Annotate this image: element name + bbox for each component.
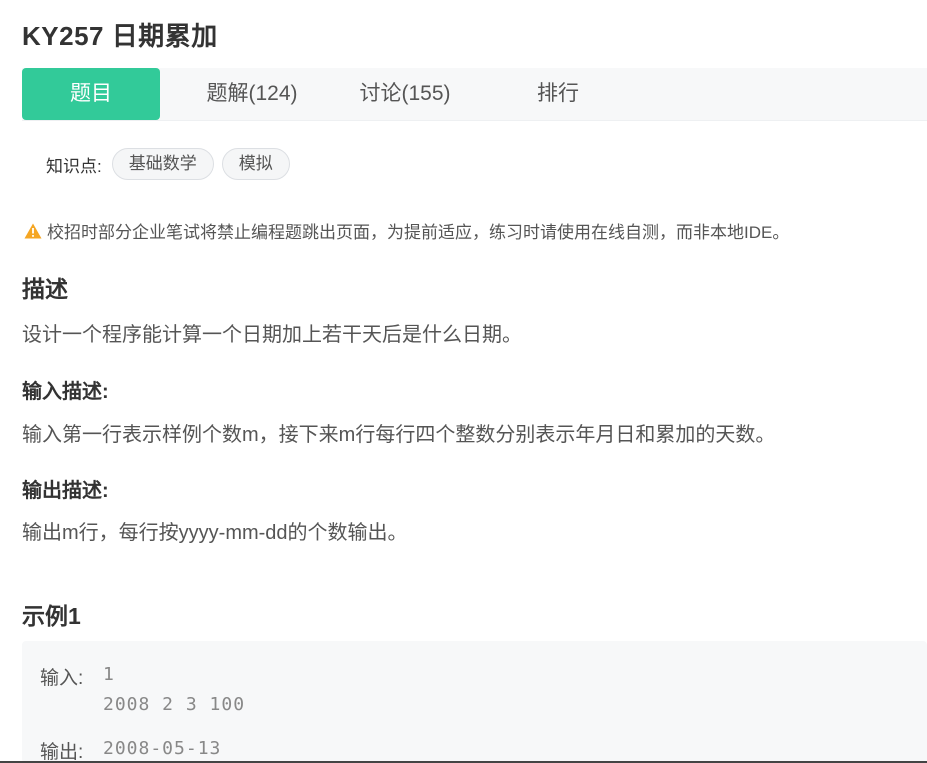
example-heading: 示例1 — [22, 603, 81, 629]
knowledge-points: 知识点: 基础数学 模拟 — [46, 148, 298, 180]
input-description-text: 输入第一行表示样例个数m，接下来m行每行四个整数分别表示年月日和累加的天数。 — [22, 424, 776, 446]
tab-solutions[interactable]: 题解(124) — [190, 68, 314, 120]
warning-icon — [24, 223, 42, 238]
example-input-line: 2008 2 3 100 — [103, 694, 246, 715]
tag-simulation[interactable]: 模拟 — [221, 148, 290, 180]
page-title: KY257 日期累加 — [22, 21, 218, 51]
tab-ranking[interactable]: 排行 — [512, 68, 604, 120]
example-box: 输入: 1 2008 2 3 100 输出: 2008-05-13 — [22, 641, 927, 763]
tab-problem[interactable]: 题目 — [22, 68, 160, 120]
output-description-heading: 输出描述: — [22, 480, 109, 502]
notice-text: 校招时部分企业笔试将禁止编程题跳出页面，为提前适应，练习时请使用在线自测，而非本… — [47, 223, 790, 242]
tag-basic-math[interactable]: 基础数学 — [111, 148, 214, 180]
example-input-label: 输入: — [40, 668, 84, 689]
input-description-heading: 输入描述: — [22, 381, 109, 403]
example-input-line: 1 — [103, 664, 115, 685]
description-heading: 描述 — [22, 276, 68, 302]
output-description-text: 输出m行，每行按yyyy-mm-dd的个数输出。 — [22, 522, 408, 544]
example-output-value: 2008-05-13 — [103, 738, 222, 759]
exam-notice: 校招时部分企业笔试将禁止编程题跳出页面，为提前适应，练习时请使用在线自测，而非本… — [24, 218, 789, 243]
problem-page: KY257 日期累加 题目 题解(124) 讨论(155) 排行 知识点: 基础… — [0, 0, 927, 763]
tab-discussion[interactable]: 讨论(155) — [348, 68, 462, 120]
description-text: 设计一个程序能计算一个日期加上若干天后是什么日期。 — [22, 324, 522, 346]
knowledge-points-label: 知识点: — [46, 156, 102, 176]
example-output-label: 输出: — [40, 742, 84, 763]
tab-bar: 题目 题解(124) 讨论(155) 排行 — [22, 68, 927, 121]
